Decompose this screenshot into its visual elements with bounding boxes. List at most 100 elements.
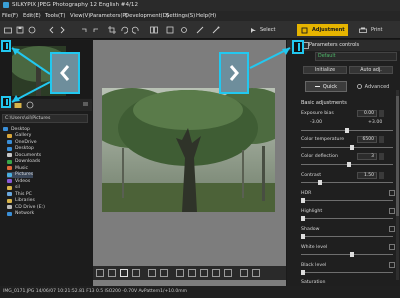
folder-path-field[interactable]: C:\Users\sil\Pictures: [2, 114, 88, 123]
print-button[interactable]: Print: [356, 24, 396, 36]
documents-icon: [7, 153, 12, 157]
black-level-slider[interactable]: [301, 272, 393, 273]
crop-icon[interactable]: [108, 26, 116, 34]
tree-item-desktop-2[interactable]: Desktop: [7, 146, 34, 152]
tree-item-pictures[interactable]: Pictures: [7, 171, 34, 178]
white-level-slider[interactable]: [301, 254, 393, 255]
black-level-knob[interactable]: [301, 270, 305, 275]
menu-help[interactable]: Help(H): [196, 13, 216, 19]
next-icon[interactable]: [58, 26, 66, 34]
black-level-toggle[interactable]: [389, 262, 395, 268]
initialize-button[interactable]: Initialize: [303, 66, 347, 74]
color-temperature-value[interactable]: 6500: [357, 136, 377, 143]
tree-item-onedrive[interactable]: OneDrive: [7, 139, 37, 145]
exposure-value[interactable]: 0.00: [357, 110, 377, 117]
adjustment-button[interactable]: Adjustment: [297, 24, 348, 36]
spot-icon[interactable]: [180, 26, 188, 34]
contrast-slider[interactable]: [301, 182, 393, 183]
tree-item-this-pc[interactable]: This PC: [7, 191, 32, 197]
collapse-left-panel-button[interactable]: [50, 52, 80, 94]
menu-edit[interactable]: Edit(E): [23, 13, 41, 19]
contrast-knob[interactable]: [318, 180, 322, 185]
menu-settings[interactable]: Settings(S): [166, 13, 195, 19]
save-icon[interactable]: [16, 26, 24, 34]
shadow-toggle[interactable]: [389, 226, 395, 232]
taste-select[interactable]: Default: [315, 52, 397, 61]
tree-item-label: This PC: [15, 191, 32, 197]
parameters-header-label: Parameters controls: [309, 42, 360, 48]
exposure-slider-knob[interactable]: [345, 128, 349, 133]
parameters-scrollbar-thumb[interactable]: [396, 96, 399, 216]
white-level-knob[interactable]: [350, 252, 354, 257]
folder-open-icon[interactable]: [4, 26, 12, 34]
tree-item-videos[interactable]: Videos: [7, 178, 30, 184]
tree-item-libraries[interactable]: Libraries: [7, 198, 35, 204]
color-temperature-knob[interactable]: [350, 145, 354, 150]
menu-parameters[interactable]: Parameters(P): [90, 13, 128, 19]
thumbnail-view-icon[interactable]: [108, 269, 116, 277]
highlight-toggle[interactable]: [389, 208, 395, 214]
contrast-value[interactable]: 1.50: [357, 172, 377, 179]
highlight-warning-icon[interactable]: [212, 269, 220, 277]
eyedropper-icon[interactable]: [212, 26, 220, 34]
color-deflection-spinner[interactable]: [379, 153, 384, 160]
select-button[interactable]: Select: [248, 24, 275, 36]
tab-quick[interactable]: Quick: [305, 81, 347, 92]
brush-icon[interactable]: [196, 26, 204, 34]
rotate-right-icon[interactable]: [132, 26, 140, 34]
hdr-toggle[interactable]: [389, 190, 395, 196]
stamp-icon[interactable]: [166, 26, 174, 34]
auto-adjust-button[interactable]: Auto adj.: [349, 66, 393, 74]
color-temperature-slider[interactable]: [301, 147, 393, 148]
tab-advanced[interactable]: Advanced: [349, 81, 397, 92]
color-deflection-knob[interactable]: [347, 162, 351, 167]
chevron-right-icon: [229, 65, 239, 81]
tree-item-gallery[interactable]: Gallery: [7, 133, 31, 139]
shadow-knob[interactable]: [301, 234, 305, 239]
contrast-spinner[interactable]: [379, 172, 384, 179]
saturation-label: Saturation: [301, 280, 326, 285]
tree-item-desktop[interactable]: Desktop: [3, 126, 30, 132]
white-level-toggle[interactable]: [389, 244, 395, 250]
undo-icon[interactable]: [80, 26, 88, 34]
zoom-100-icon[interactable]: [160, 269, 168, 277]
tree-item-documents[interactable]: Documents: [7, 152, 41, 158]
tree-item-downloads[interactable]: Downloads: [7, 159, 40, 165]
view-mode-icon[interactable]: [96, 269, 104, 277]
menu-development[interactable]: Development(D): [125, 13, 169, 19]
shadow-slider[interactable]: [301, 236, 393, 237]
histogram-icon[interactable]: [200, 269, 208, 277]
menu-view[interactable]: View(V): [70, 13, 90, 19]
highlight-knob[interactable]: [301, 216, 305, 221]
develop-icon[interactable]: [28, 26, 36, 34]
previous-icon[interactable]: [48, 26, 56, 34]
menu-tools[interactable]: Tools(T): [45, 13, 65, 19]
compare-icon[interactable]: [150, 26, 158, 34]
shadow-warning-icon[interactable]: [224, 269, 232, 277]
rotate-left-icon[interactable]: [120, 26, 128, 34]
tree-item-music[interactable]: Music: [7, 165, 28, 171]
grid-icon[interactable]: [176, 269, 184, 277]
redo-icon[interactable]: [92, 26, 100, 34]
tree-item-cd-drive[interactable]: CD Drive (E:): [7, 204, 45, 210]
panel-menu-icon[interactable]: [82, 101, 89, 108]
color-icon[interactable]: [240, 269, 248, 277]
preview-photo[interactable]: [102, 88, 275, 212]
shadow-label: Shadow: [301, 227, 320, 232]
hdr-knob[interactable]: [301, 198, 305, 203]
hdr-slider[interactable]: [301, 200, 393, 201]
color-temperature-spinner[interactable]: [379, 136, 384, 143]
tree-item-user[interactable]: sil: [7, 185, 20, 191]
overlay-icon[interactable]: [188, 269, 196, 277]
split-view-icon[interactable]: [132, 269, 140, 277]
single-view-icon[interactable]: [120, 269, 128, 277]
exposure-spinner[interactable]: [379, 110, 384, 117]
exposure-min-label: -3.00: [310, 120, 323, 125]
collapse-right-panel-button[interactable]: [219, 52, 249, 94]
tree-item-network[interactable]: Network: [7, 211, 34, 217]
color-deflection-value[interactable]: 3: [357, 153, 377, 160]
highlight-slider[interactable]: [301, 218, 393, 219]
info-icon[interactable]: [252, 269, 260, 277]
menu-file[interactable]: File(F): [2, 13, 18, 19]
zoom-fit-icon[interactable]: [148, 269, 156, 277]
